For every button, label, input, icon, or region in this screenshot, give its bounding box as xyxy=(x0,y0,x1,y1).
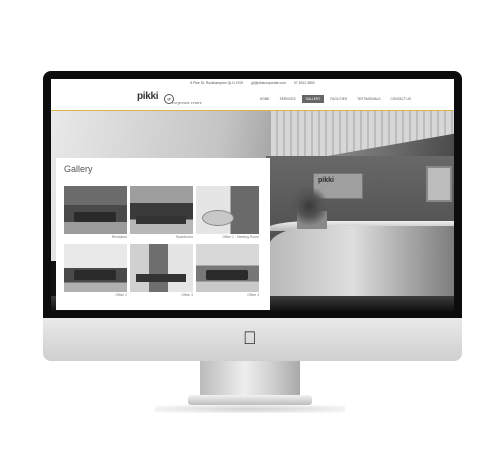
gallery-item-reception[interactable]: Reception xyxy=(64,186,127,239)
stand-neck xyxy=(200,361,300,395)
round-table-shape xyxy=(202,210,234,226)
gallery-item-office1[interactable]: Office 1 - Meeting Room xyxy=(196,186,259,239)
email-link[interactable]: gt@pikkicorporate.com xyxy=(251,79,286,87)
gallery-caption: Office 1 - Meeting Room xyxy=(222,235,259,239)
imac-chin:  xyxy=(43,318,462,361)
hero-background-image: pikki Gallery Reception Boardroom Office… xyxy=(51,111,454,311)
nav-item-home[interactable]: HOME xyxy=(256,95,274,103)
gallery-caption: Reception xyxy=(111,235,127,239)
gallery-thumbnail[interactable] xyxy=(130,244,193,292)
gallery-item-boardroom[interactable]: Boardroom xyxy=(130,186,193,239)
reception-counter xyxy=(269,226,454,301)
gallery-item-office2[interactable]: Office 2 xyxy=(64,244,127,297)
screen-bezel: 8 Pike St, Rockhampton QLD 4700 gt@pikki… xyxy=(43,71,462,318)
desk-shape xyxy=(136,274,186,282)
desk-shape xyxy=(206,270,248,280)
nav-item-facilities[interactable]: FACILITIES xyxy=(326,95,351,103)
gallery-panel: Gallery Reception Boardroom Office 1 - M… xyxy=(56,158,270,310)
stand-foot xyxy=(188,395,312,405)
logo-tagline: corporate centre xyxy=(172,100,202,105)
desk-shape xyxy=(74,212,116,222)
gallery-thumbnail[interactable] xyxy=(64,244,127,292)
nav-item-gallery[interactable]: GALLERY xyxy=(301,95,325,103)
table-shape xyxy=(136,216,186,224)
logo-name: pikki xyxy=(137,91,159,102)
imac-stand xyxy=(188,361,312,405)
address-text: 8 Pike St, Rockhampton QLD 4700 xyxy=(190,81,244,85)
reception-sign-text: pikki xyxy=(318,177,334,184)
website-screen: 8 Pike St, Rockhampton QLD 4700 gt@pikki… xyxy=(51,79,454,311)
nav-item-testimonials[interactable]: TESTIMONIALS xyxy=(353,95,384,103)
gallery-caption: Boardroom xyxy=(176,235,193,239)
apple-icon:  xyxy=(243,329,257,347)
plant xyxy=(289,186,329,226)
site-header: pikki gt corporate centre HOME SERVICES … xyxy=(51,87,454,111)
phone-link[interactable]: 07 4922 3800 xyxy=(294,79,315,87)
gallery-thumbnail[interactable] xyxy=(64,186,127,234)
gallery-thumbnail[interactable] xyxy=(130,186,193,234)
wall-picture xyxy=(426,166,452,202)
gallery-caption: Office 2 xyxy=(115,293,127,297)
nav-item-services[interactable]: SERVICES xyxy=(276,95,300,103)
gallery-thumbnail[interactable] xyxy=(196,186,259,234)
gallery-caption: Office 3 xyxy=(181,293,193,297)
desk-shape xyxy=(74,270,116,280)
gallery-caption: Office 4 xyxy=(247,293,259,297)
contact-bar: 8 Pike St, Rockhampton QLD 4700 gt@pikki… xyxy=(51,79,454,87)
gallery-title: Gallery xyxy=(64,164,93,174)
nav-item-contact[interactable]: CONTACT US xyxy=(387,95,415,103)
main-nav: HOME SERVICES GALLERY FACILITIES TESTIMO… xyxy=(256,95,415,103)
imac-device: 8 Pike St, Rockhampton QLD 4700 gt@pikki… xyxy=(43,71,462,361)
gallery-thumbnail[interactable] xyxy=(196,244,259,292)
gallery-item-office3[interactable]: Office 3 xyxy=(130,244,193,297)
stand-shadow xyxy=(155,405,345,413)
gallery-item-office4[interactable]: Office 4 xyxy=(196,244,259,297)
